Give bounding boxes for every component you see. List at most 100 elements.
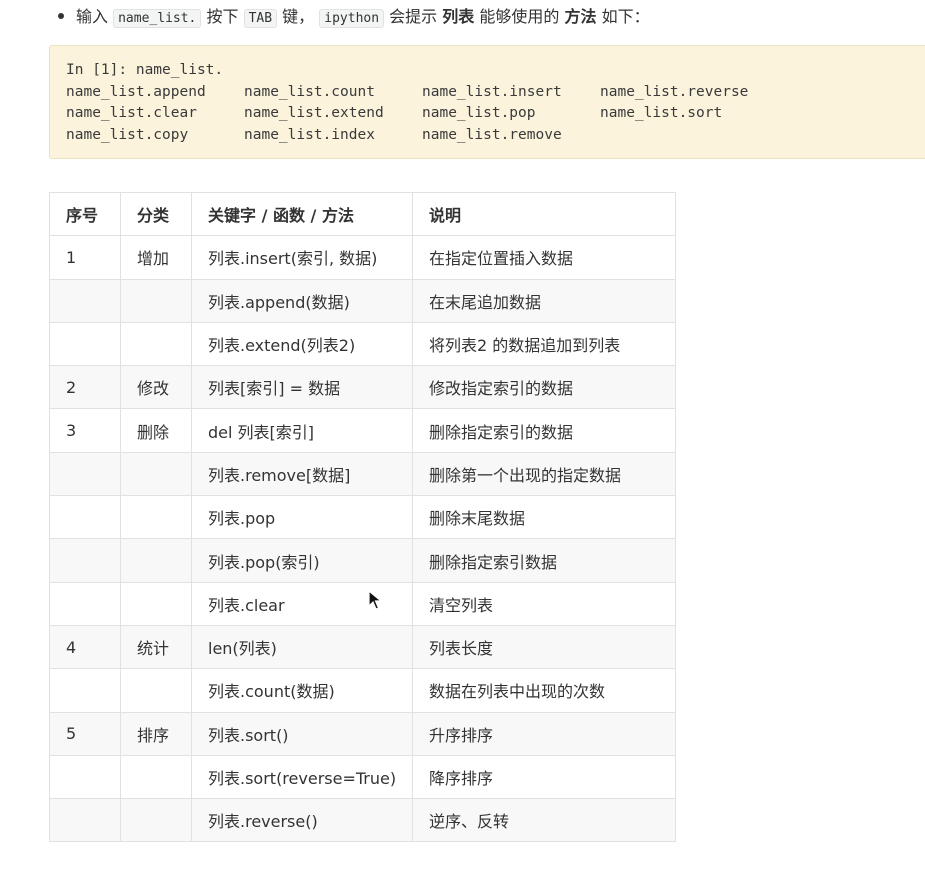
intro-text-6: 如下： (601, 7, 650, 26)
cell-description: 删除末尾数据 (412, 495, 676, 540)
cell-keyword: 列表.reverse() (191, 798, 413, 843)
code-cell: name_list.remove (422, 126, 562, 143)
cell-description: 将列表2 的数据追加到列表 (412, 321, 676, 367)
cell-keyword: 列表.sort(reverse=True) (191, 754, 413, 800)
cell-category: 删除 (120, 408, 192, 453)
cell-category: 增加 (120, 235, 192, 280)
table-row: 列表.remove[数据] 删除第一个出现的指定数据 (49, 451, 676, 497)
code-cell: name_list.extend (244, 105, 384, 121)
table-row: 列表.append(数据) 在末尾追加数据 (49, 278, 676, 323)
cell-description: 修改指定索引的数据 (412, 365, 676, 410)
cell-description: 在末尾追加数据 (412, 278, 676, 323)
cell-category (120, 321, 192, 367)
intro-bold-method: 方法 (564, 7, 597, 26)
cell-category (120, 754, 192, 800)
cell-description: 清空列表 (412, 581, 676, 626)
cell-index (49, 451, 121, 497)
table-row: 列表.clear 清空列表 (49, 581, 676, 626)
code-cell: name_list.clear (66, 105, 197, 121)
code-block: In [1]: name_list. name_list.append name_… (49, 45, 925, 159)
cell-category (120, 538, 192, 583)
cell-description: 降序排序 (412, 754, 676, 800)
table-row: 4 统计 len(列表) 列表长度 (49, 624, 676, 670)
code-cell: name_list.append (66, 83, 206, 100)
cell-category (120, 798, 192, 843)
table-row: 5 排序 列表.sort() 升序排序 (49, 711, 676, 756)
cell-index (49, 581, 121, 626)
cell-keyword: 列表.sort() (191, 711, 413, 756)
intro-bold-list: 列表 (442, 7, 475, 26)
cell-category (120, 495, 192, 540)
table-header-row: 序号 分类 关键字 / 函数 / 方法 说明 (49, 191, 676, 237)
code-cell: name_list.copy (66, 126, 189, 143)
cell-index (49, 798, 121, 843)
intro-text-2: 按下 (206, 7, 239, 26)
cell-description: 逆序、反转 (412, 798, 676, 843)
cell-category (120, 451, 192, 497)
cell-keyword: 列表.pop(索引) (191, 538, 413, 583)
cell-category (120, 278, 192, 323)
cell-index (49, 668, 121, 713)
cell-category: 统计 (120, 624, 192, 670)
cell-index: 5 (49, 711, 121, 756)
code-row: name_list.clear name_list.extend name_list… (66, 103, 909, 125)
cell-index (49, 321, 121, 367)
header-index: 序号 (49, 191, 121, 237)
table-row: 列表.pop 删除末尾数据 (49, 495, 676, 540)
mouse-pointer-icon (368, 589, 383, 614)
code-row: name_list.copy name_list.index name_list.r… (66, 125, 909, 147)
intro-text-1: 输入 (76, 7, 109, 26)
cell-index (49, 495, 121, 540)
table-row: 2 修改 列表[索引] = 数据 修改指定索引的数据 (49, 365, 676, 410)
code-cell: name_list.insert (422, 83, 562, 100)
header-description: 说明 (412, 191, 676, 237)
cell-index (49, 278, 121, 323)
code-prompt: In [1]: name_list. (66, 62, 224, 78)
intro-text-4: 会提示 (389, 7, 438, 26)
cell-description: 列表长度 (412, 624, 676, 670)
header-category: 分类 (120, 191, 192, 237)
code-cell: name_list.reverse (600, 83, 749, 100)
table-row: 1 增加 列表.insert(索引, 数据) 在指定位置插入数据 (49, 235, 676, 280)
table-row: 列表.pop(索引) 删除指定索引数据 (49, 538, 676, 583)
cell-keyword: 列表.extend(列表2) (191, 321, 413, 367)
cell-keyword: 列表[索引] = 数据 (191, 365, 413, 410)
table-row: 列表.sort(reverse=True) 降序排序 (49, 754, 676, 800)
bullet-dot (58, 13, 64, 19)
cell-description: 在指定位置插入数据 (412, 235, 676, 280)
table-row: 列表.reverse() 逆序、反转 (49, 798, 676, 843)
cell-keyword: 列表.count(数据) (191, 668, 413, 713)
code-cell: name_list.sort (600, 105, 723, 121)
code-cell: name_list.count (244, 83, 375, 100)
code-cell: name_list.pop (422, 105, 536, 121)
cell-description: 删除第一个出现的指定数据 (412, 451, 676, 497)
cell-keyword: len(列表) (191, 624, 413, 670)
cell-description: 数据在列表中出现的次数 (412, 668, 676, 713)
intro-bullet: 输入 name_list. 按下 TAB 键， ipython 会提示 列表 能… (58, 5, 650, 31)
inline-code-name-list: name_list. (113, 9, 202, 28)
cell-description: 删除指定索引的数据 (412, 408, 676, 453)
inline-code-ipython: ipython (319, 9, 385, 28)
cell-index: 2 (49, 365, 121, 410)
cell-category: 排序 (120, 711, 192, 756)
cell-keyword: del 列表[索引] (191, 408, 413, 453)
cell-description: 删除指定索引数据 (412, 538, 676, 583)
table-row: 3 删除 del 列表[索引] 删除指定索引的数据 (49, 408, 676, 453)
code-row: name_list.append name_list.count name_list… (66, 82, 909, 104)
table-row: 列表.extend(列表2) 将列表2 的数据追加到列表 (49, 321, 676, 367)
cell-category (120, 668, 192, 713)
inline-code-tab: TAB (243, 9, 278, 28)
intro-text-5: 能够使用的 (479, 7, 560, 26)
cell-index: 3 (49, 408, 121, 453)
cell-index: 1 (49, 235, 121, 280)
cell-keyword: 列表.insert(索引, 数据) (191, 235, 413, 280)
cell-description: 升序排序 (412, 711, 676, 756)
cell-category (120, 581, 192, 626)
cell-category: 修改 (120, 365, 192, 410)
table-row: 列表.count(数据) 数据在列表中出现的次数 (49, 668, 676, 713)
cell-keyword: 列表.remove[数据] (191, 451, 413, 497)
cell-index: 4 (49, 624, 121, 670)
cell-keyword: 列表.pop (191, 495, 413, 540)
list-methods-table: 序号 分类 关键字 / 函数 / 方法 说明 1 增加 列表.insert(索引, … (49, 191, 676, 843)
cell-index (49, 538, 121, 583)
